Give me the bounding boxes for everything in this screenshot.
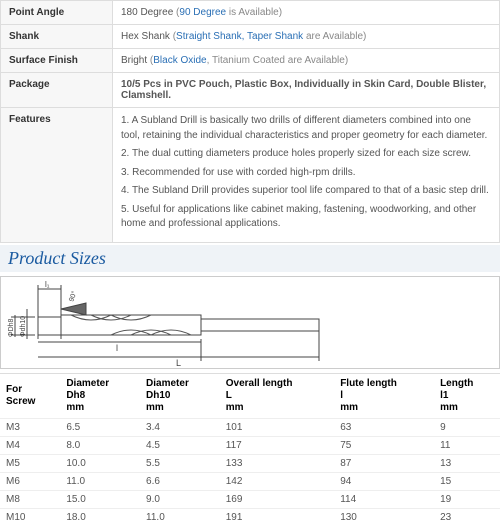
link-90-degree[interactable]: 90 Degree	[179, 7, 226, 18]
label: Point Angle	[1, 1, 113, 25]
svg-text:l₁: l₁	[45, 280, 50, 289]
col-length-l1: Lengthl1mm	[434, 373, 500, 418]
label: Package	[1, 73, 113, 108]
cell: 5.5	[140, 454, 220, 472]
cell: 9	[434, 418, 500, 436]
col-dh10: DiameterDh10mm	[140, 373, 220, 418]
cell: 6.6	[140, 472, 220, 490]
cell: 15.0	[60, 490, 140, 508]
cell: 130	[334, 508, 434, 526]
row-point-angle: Point Angle 180 Degree (90 Degree is Ava…	[1, 1, 500, 25]
cell: 9.0	[140, 490, 220, 508]
cell: 11	[434, 436, 500, 454]
value: Hex Shank (Straight Shank, Taper Shank a…	[113, 25, 500, 49]
cell: 75	[334, 436, 434, 454]
drill-diagram: l₁ 90° l L ΦDh8 Φdh10	[0, 276, 500, 369]
link-black-oxide[interactable]: Black Oxide	[153, 55, 206, 66]
diagram-svg: l₁ 90° l L ΦDh8 Φdh10	[1, 279, 331, 366]
cell: 10.0	[60, 454, 140, 472]
row-shank: Shank Hex Shank (Straight Shank, Taper S…	[1, 25, 500, 49]
table-row: M48.04.51177511	[0, 436, 500, 454]
cell: 15	[434, 472, 500, 490]
col-for-screw: ForScrew	[0, 373, 60, 418]
row-surface-finish: Surface Finish Bright (Black Oxide, Tita…	[1, 49, 500, 73]
svg-text:90°: 90°	[67, 289, 78, 302]
cell: 13	[434, 454, 500, 472]
cell: 11.0	[140, 508, 220, 526]
cell: M8	[0, 490, 60, 508]
cell: 169	[220, 490, 334, 508]
size-table: ForScrew DiameterDh8mm DiameterDh10mm Ov…	[0, 373, 500, 526]
features-list: 1. A Subland Drill is basically two dril…	[113, 108, 500, 243]
table-row: M611.06.61429415	[0, 472, 500, 490]
svg-text:L: L	[176, 358, 181, 366]
table-row: M1018.011.019113023	[0, 508, 500, 526]
svg-text:ΦDh8: ΦDh8	[8, 318, 15, 337]
cell: 142	[220, 472, 334, 490]
spec-table: Point Angle 180 Degree (90 Degree is Ava…	[0, 0, 500, 243]
cell: 19	[434, 490, 500, 508]
cell: 8.0	[60, 436, 140, 454]
value: 180 Degree (90 Degree is Available)	[113, 1, 500, 25]
label: Shank	[1, 25, 113, 49]
cell: 11.0	[60, 472, 140, 490]
value: Bright (Black Oxide, Titanium Coated are…	[113, 49, 500, 73]
col-dh8: DiameterDh8mm	[60, 373, 140, 418]
cell: 94	[334, 472, 434, 490]
cell: M3	[0, 418, 60, 436]
svg-text:l: l	[116, 343, 118, 353]
cell: 3.4	[140, 418, 220, 436]
cell: M6	[0, 472, 60, 490]
table-row: M36.53.4101639	[0, 418, 500, 436]
cell: 23	[434, 508, 500, 526]
section-title: Product Sizes	[0, 245, 500, 272]
label: Surface Finish	[1, 49, 113, 73]
table-row: M510.05.51338713	[0, 454, 500, 472]
value: 10/5 Pcs in PVC Pouch, Plastic Box, Indi…	[113, 73, 500, 108]
size-header: ForScrew DiameterDh8mm DiameterDh10mm Ov…	[0, 373, 500, 418]
cell: 87	[334, 454, 434, 472]
row-package: Package 10/5 Pcs in PVC Pouch, Plastic B…	[1, 73, 500, 108]
cell: 6.5	[60, 418, 140, 436]
table-row: M815.09.016911419	[0, 490, 500, 508]
col-overall-length: Overall lengthLmm	[220, 373, 334, 418]
cell: 191	[220, 508, 334, 526]
row-features: Features 1. A Subland Drill is basically…	[1, 108, 500, 243]
col-flute-length: Flute lengthlmm	[334, 373, 434, 418]
label: Features	[1, 108, 113, 243]
cell: 101	[220, 418, 334, 436]
cell: 63	[334, 418, 434, 436]
cell: 133	[220, 454, 334, 472]
cell: M5	[0, 454, 60, 472]
cell: M4	[0, 436, 60, 454]
cell: 114	[334, 490, 434, 508]
cell: 4.5	[140, 436, 220, 454]
link-shank-options[interactable]: Straight Shank, Taper Shank	[176, 31, 303, 42]
cell: 117	[220, 436, 334, 454]
cell: 18.0	[60, 508, 140, 526]
svg-text:Φdh10: Φdh10	[20, 315, 27, 336]
cell: M10	[0, 508, 60, 526]
